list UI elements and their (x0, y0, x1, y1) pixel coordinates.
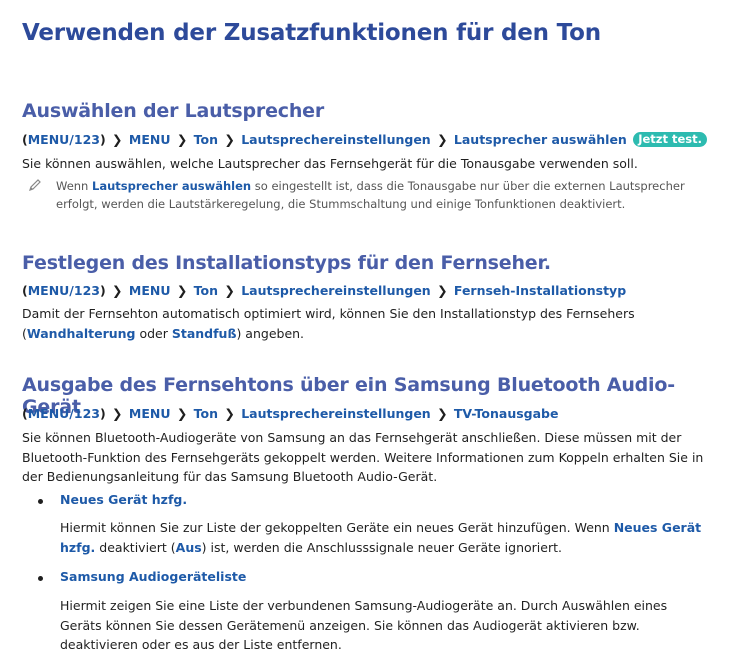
chevron-right-icon: ❯ (432, 406, 452, 421)
section-heading-speakers: Auswählen der Lautsprecher (22, 100, 325, 122)
chevron-right-icon: ❯ (172, 283, 192, 298)
path-ton[interactable]: Ton (194, 132, 218, 147)
bullet-desc-audiogeraeteliste: Hiermit zeigen Sie eine Liste der verbun… (60, 598, 668, 652)
path-ton[interactable]: Ton (194, 283, 218, 298)
page-title: Verwenden der Zusatzfunktionen für den T… (22, 20, 601, 46)
chevron-right-icon: ❯ (220, 132, 240, 147)
bullet-label-neues-geraet[interactable]: Neues Gerät hzfg. (60, 492, 187, 507)
path-menu123[interactable]: MENU/123 (28, 132, 100, 147)
path-fernseh-installationstyp[interactable]: Fernseh-Installationstyp (454, 283, 626, 298)
pencil-icon (29, 179, 41, 191)
path-lautsprecher-auswaehlen[interactable]: Lautsprecher auswählen (454, 132, 627, 147)
path-lautsprechereinstellungen[interactable]: Lautsprechereinstellungen (241, 406, 431, 421)
bullet-desc-neues-geraet: Hiermit können Sie zur Liste der gekoppe… (60, 520, 702, 555)
bullet-label-audiogeraeteliste[interactable]: Samsung Audiogeräteliste (60, 569, 246, 584)
menu-path-speakers: (MENU/123) ❯ MENU ❯ Ton ❯ Lautsprecherei… (22, 132, 707, 147)
section-heading-install-type: Festlegen des Installationstyps für den … (22, 252, 551, 274)
menu-path-install-type: (MENU/123) ❯ MENU ❯ Ton ❯ Lautsprecherei… (22, 283, 627, 298)
chevron-right-icon: ❯ (107, 283, 127, 298)
path-lautsprechereinstellungen[interactable]: Lautsprechereinstellungen (241, 283, 431, 298)
chevron-right-icon: ❯ (107, 406, 127, 421)
path-menu123[interactable]: MENU/123 (28, 406, 100, 421)
chevron-right-icon: ❯ (107, 132, 127, 147)
note-keyword: Lautsprecher auswählen (92, 179, 252, 193)
path-menu[interactable]: MENU (129, 406, 171, 421)
keyword-aus: Aus (175, 539, 202, 555)
chevron-right-icon: ❯ (432, 132, 452, 147)
chevron-right-icon: ❯ (172, 132, 192, 147)
chevron-right-icon: ❯ (172, 406, 192, 421)
section-text-bluetooth: Sie können Bluetooth-Audiogeräte von Sam… (22, 430, 704, 484)
chevron-right-icon: ❯ (432, 283, 452, 298)
path-tv-tonausgabe[interactable]: TV-Tonausgabe (454, 406, 559, 421)
chevron-right-icon: ❯ (220, 283, 240, 298)
path-menu[interactable]: MENU (129, 132, 171, 147)
option-wandhalterung: Wandhalterung (26, 325, 136, 341)
chevron-right-icon: ❯ (220, 406, 240, 421)
bullet-icon (38, 576, 43, 581)
path-ton[interactable]: Ton (194, 406, 218, 421)
option-standfuss: Standfuß (171, 325, 237, 341)
menu-path-bluetooth: (MENU/123) ❯ MENU ❯ Ton ❯ Lautsprecherei… (22, 406, 559, 421)
section-text-speakers: Sie können auswählen, welche Lautspreche… (22, 156, 638, 171)
path-menu[interactable]: MENU (129, 283, 171, 298)
section-text-install-type: Damit der Fernsehton automatisch optimie… (22, 306, 635, 341)
try-now-button[interactable]: Jetzt test. (633, 132, 707, 147)
path-menu123[interactable]: MENU/123 (28, 283, 100, 298)
note-speakers: Wenn Lautsprecher auswählen so eingestel… (56, 179, 685, 211)
path-lautsprechereinstellungen[interactable]: Lautsprechereinstellungen (241, 132, 431, 147)
bullet-icon (38, 499, 43, 504)
